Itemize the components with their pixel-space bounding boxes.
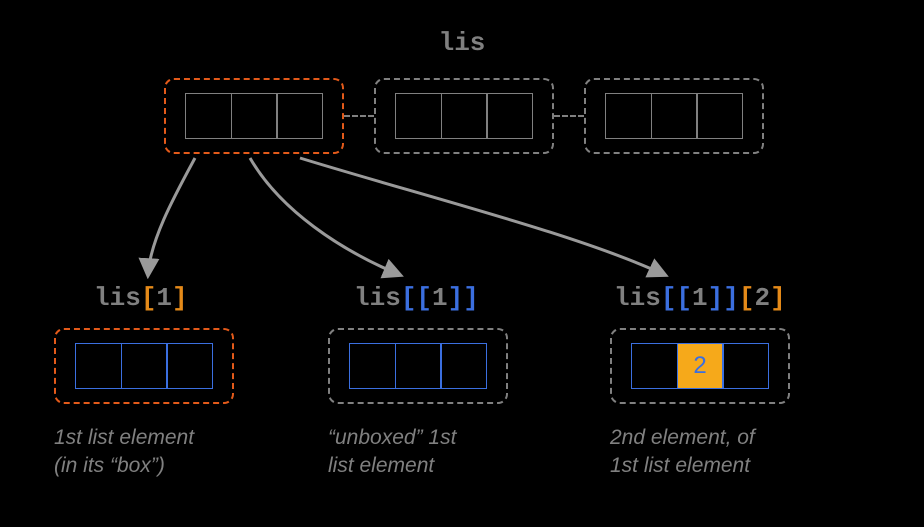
vector-cell [631, 343, 678, 389]
vector-cell [75, 343, 122, 389]
bracket-open: [[ [661, 283, 692, 313]
caption-line: 1st list element [54, 426, 194, 449]
vector-cell [441, 93, 488, 139]
list-title: lis [0, 28, 924, 58]
caption-line: list element [328, 454, 434, 477]
caption-line: “unboxed” 1st [328, 426, 456, 449]
vector-top-3 [605, 93, 743, 139]
code-text: lis [94, 283, 141, 313]
code-text: lis [614, 283, 661, 313]
vector-cell [651, 93, 698, 139]
vector-result-3: 2 [631, 343, 769, 389]
vector-cell [696, 93, 743, 139]
bracket-open: [ [141, 283, 157, 313]
code-index: 1 [156, 283, 172, 313]
bracket-open: [[ [401, 283, 432, 313]
code-text: lis [354, 283, 401, 313]
connector [554, 115, 584, 117]
vector-cell [440, 343, 487, 389]
vector-top-2 [395, 93, 533, 139]
caption-1: 1st list element (in its “box”) [54, 424, 194, 481]
vector-cell [349, 343, 396, 389]
vector-cell [722, 343, 769, 389]
vector-top-1 [185, 93, 323, 139]
vector-cell [486, 93, 533, 139]
caption-line: 1st list element [610, 454, 750, 477]
bracket-close: ]] [708, 283, 739, 313]
code-single-bracket: lis[1] [94, 283, 188, 313]
vector-cell [395, 343, 442, 389]
vector-cell [121, 343, 168, 389]
bracket-close: ]] [448, 283, 479, 313]
caption-line: 2nd element, of [610, 426, 755, 449]
bracket-close: ] [770, 283, 786, 313]
bracket-open: [ [739, 283, 755, 313]
vector-cell [395, 93, 442, 139]
bracket-close: ] [172, 283, 188, 313]
vector-result-2 [349, 343, 487, 389]
code-double-bracket: lis[[1]] [354, 283, 479, 313]
vector-cell [231, 93, 278, 139]
caption-3: 2nd element, of 1st list element [610, 424, 755, 481]
code-index: 1 [692, 283, 708, 313]
vector-cell [276, 93, 323, 139]
vector-cell [185, 93, 232, 139]
code-index: 1 [432, 283, 448, 313]
vector-result-1 [75, 343, 213, 389]
connector [344, 115, 374, 117]
code-double-then-single: lis[[1]][2] [614, 283, 786, 313]
caption-line: (in its “box”) [54, 454, 165, 477]
caption-2: “unboxed” 1st list element [328, 424, 456, 481]
code-index: 2 [754, 283, 770, 313]
vector-cell [605, 93, 652, 139]
vector-cell-highlight: 2 [677, 343, 724, 389]
vector-cell [166, 343, 213, 389]
